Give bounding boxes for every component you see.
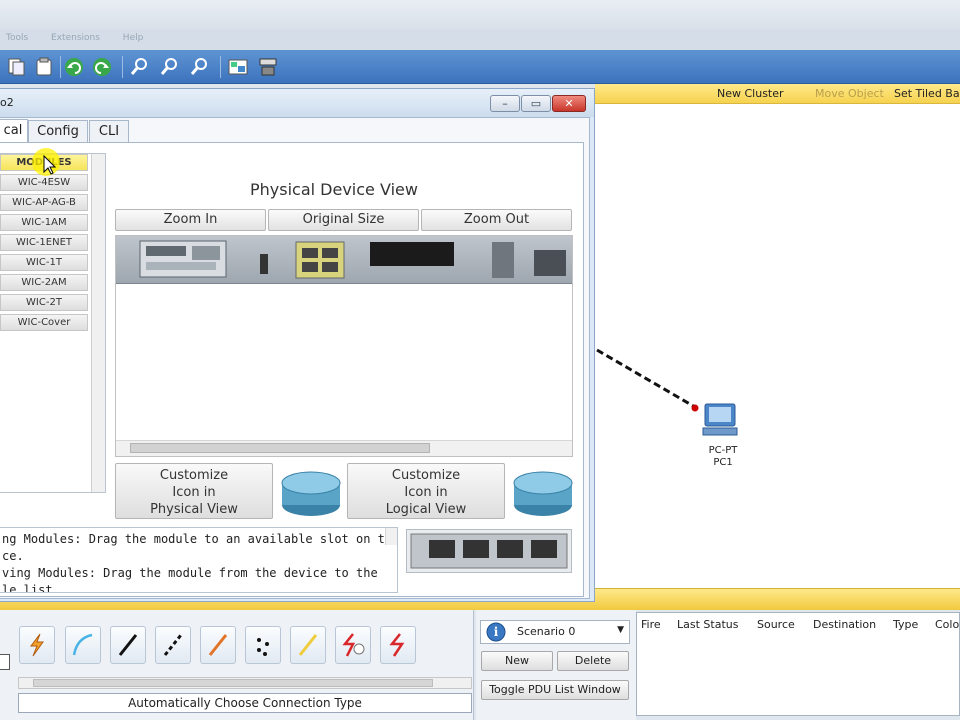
modules-list: MODULES WIC-4ESW WIC-AP-AG-B WIC-1AM WIC…: [0, 148, 106, 493]
pc-icon: [702, 403, 738, 436]
router-logical-icon: [513, 471, 573, 516]
delete-scenario-button[interactable]: Delete: [557, 651, 629, 671]
palette-icon[interactable]: [226, 56, 250, 78]
auto-connection-icon[interactable]: [19, 626, 55, 664]
pc-model-label: PC-PT: [708, 445, 738, 456]
zoom-in-icon[interactable]: [128, 56, 152, 78]
paste-icon[interactable]: [32, 56, 56, 78]
router-chassis-image: [116, 236, 572, 284]
dialog-title-bar: o2 – ▭ ✕: [0, 89, 594, 117]
maximize-icon[interactable]: ▭: [521, 95, 551, 112]
zoom-in-button[interactable]: Zoom In: [115, 209, 266, 231]
svg-text:i: i: [494, 625, 499, 639]
tab-cli[interactable]: CLI: [89, 120, 129, 142]
tab-physical[interactable]: cal: [0, 119, 28, 143]
serial-dce-icon[interactable]: [335, 626, 371, 664]
main-toolbar: [0, 50, 960, 84]
app-title-bar: [0, 0, 960, 30]
new-scenario-button[interactable]: New: [481, 651, 553, 671]
menu-extensions[interactable]: Extensions: [51, 33, 100, 43]
connections-scrollbar[interactable]: [18, 677, 472, 689]
category-box[interactable]: [0, 654, 10, 670]
column-header-type[interactable]: Type: [893, 618, 918, 631]
menu-tools[interactable]: Tools: [6, 33, 28, 43]
copy-icon[interactable]: [4, 56, 28, 78]
module-preview-image: [406, 529, 572, 573]
chevron-down-icon: ▼: [617, 625, 624, 635]
column-header-source[interactable]: Source: [757, 618, 795, 631]
set-tiled-background-button[interactable]: Set Tiled Bac: [894, 87, 960, 100]
module-item[interactable]: WIC-1T: [0, 254, 88, 271]
column-header-color[interactable]: Colo: [935, 618, 959, 631]
mouse-cursor-icon: [32, 148, 60, 176]
pdu-list-table: Fire Last Status Source Destination Type…: [636, 612, 960, 716]
link-endpoint-icon: [691, 404, 699, 412]
move-object-button[interactable]: Move Object: [815, 87, 884, 100]
router-physical-icon: [281, 471, 341, 516]
device-template-icon[interactable]: [256, 56, 280, 78]
menu-bar: Tools Extensions Help: [0, 30, 960, 50]
console-cable-icon[interactable]: [65, 626, 101, 664]
connection-type-label: Automatically Choose Connection Type: [18, 693, 472, 713]
module-item[interactable]: WIC-AP-AG-B: [0, 194, 88, 211]
zoom-reset-icon[interactable]: [158, 56, 182, 78]
network-link-layer: [596, 348, 738, 436]
physical-device-view[interactable]: [115, 235, 573, 457]
module-item[interactable]: WIC-1ENET: [0, 234, 88, 251]
column-header-last-status[interactable]: Last Status: [677, 618, 738, 631]
module-help-text: ng Modules: Drag the module to an availa…: [0, 527, 398, 593]
zoom-out-button[interactable]: Zoom Out: [421, 209, 572, 231]
customize-physical-icon-button[interactable]: Customize Icon in Physical View: [115, 463, 273, 519]
customize-logical-icon-button[interactable]: Customize Icon in Logical View: [347, 463, 505, 519]
close-icon[interactable]: ✕: [552, 95, 586, 112]
router-config-dialog: o2 – ▭ ✕ cal Config CLI MODULES WIC-4ESW…: [0, 88, 595, 602]
help-text-scrollbar[interactable]: [385, 528, 397, 545]
modules-scrollbar[interactable]: [91, 154, 105, 492]
serial-dte-icon[interactable]: [380, 626, 416, 664]
column-header-fire[interactable]: Fire: [641, 618, 661, 631]
workspace-navigation-bar: New Cluster Move Object Set Tiled Bac: [595, 84, 960, 104]
redo-icon[interactable]: [90, 56, 114, 78]
menu-help[interactable]: Help: [123, 33, 144, 43]
info-icon: i: [486, 622, 506, 642]
phone-cable-icon[interactable]: [245, 626, 281, 664]
fiber-cable-icon[interactable]: [200, 626, 236, 664]
module-item[interactable]: WIC-2T: [0, 294, 88, 311]
module-item[interactable]: WIC-2AM: [0, 274, 88, 291]
copper-straight-icon[interactable]: [110, 626, 146, 664]
scenario-value: Scenario 0: [517, 625, 576, 638]
pc-name-label: PC1: [713, 457, 733, 468]
physical-view-title: Physical Device View: [250, 180, 418, 199]
toggle-pdu-list-button[interactable]: Toggle PDU List Window: [481, 680, 629, 700]
physical-tab-panel: MODULES WIC-4ESW WIC-AP-AG-B WIC-1AM WIC…: [0, 142, 584, 597]
coaxial-cable-icon[interactable]: [290, 626, 326, 664]
tab-config[interactable]: Config: [28, 120, 88, 142]
original-size-button[interactable]: Original Size: [268, 209, 419, 231]
copper-crossover-icon[interactable]: [155, 626, 191, 664]
module-item[interactable]: WIC-1AM: [0, 214, 88, 231]
column-header-destination[interactable]: Destination: [813, 618, 876, 631]
dialog-body: cal Config CLI MODULES WIC-4ESW WIC-AP-A…: [0, 117, 590, 599]
logical-workspace[interactable]: PC-PT PC1: [595, 104, 960, 590]
module-item[interactable]: WIC-Cover: [0, 314, 88, 331]
zoom-out-icon[interactable]: [188, 56, 212, 78]
dialog-title: o2: [0, 96, 14, 109]
minimize-icon[interactable]: –: [490, 95, 520, 112]
copper-cross-over-link: [596, 348, 696, 409]
undo-icon[interactable]: [62, 56, 86, 78]
new-cluster-button[interactable]: New Cluster: [717, 87, 784, 100]
device-view-hscrollbar[interactable]: [116, 440, 572, 456]
scenario-select[interactable]: i Scenario 0 ▼: [480, 620, 630, 644]
